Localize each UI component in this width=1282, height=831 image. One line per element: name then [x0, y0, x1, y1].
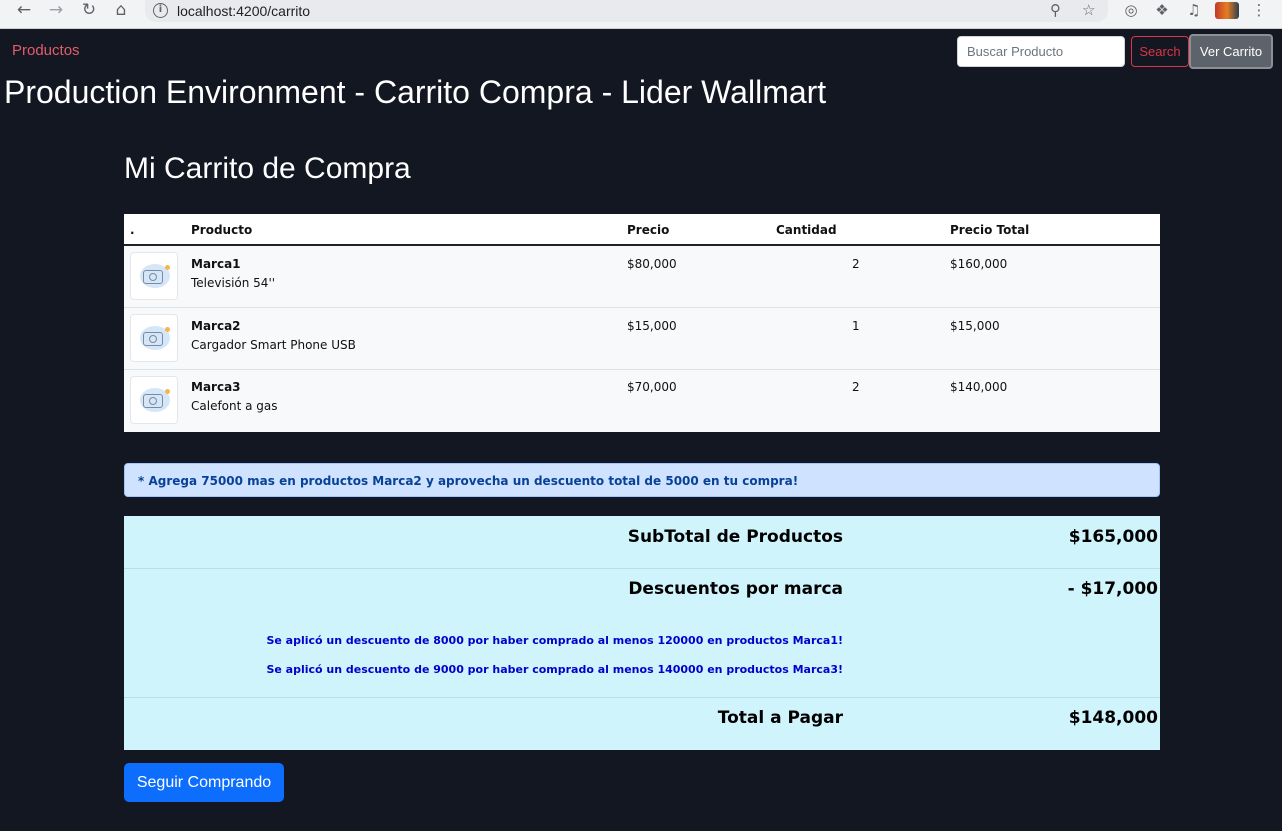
discount-note: Se aplicó un descuento de 8000 por haber… [266, 634, 843, 647]
column-header-price: Precio [627, 223, 670, 237]
environment-title: Production Environment - Carrito Compra … [4, 74, 827, 110]
table-header: . Producto Precio Cantidad Precio Total [124, 214, 1160, 246]
product-total: $15,000 [950, 319, 1000, 333]
productos-link[interactable]: Productos [12, 42, 80, 59]
search-input[interactable] [957, 36, 1125, 67]
continue-shopping-button[interactable]: Seguir Comprando [124, 763, 284, 802]
discount-note: Se aplicó un descuento de 9000 por haber… [266, 663, 843, 676]
promotion-alert: * Agrega 75000 mas en productos Marca2 y… [124, 463, 1160, 497]
cart-table: . Producto Precio Cantidad Precio Total … [124, 214, 1160, 432]
product-brand: Marca1 [191, 257, 241, 271]
back-arrow-icon[interactable]: ← [13, 0, 35, 22]
url-text[interactable]: localhost:4200/carrito [177, 3, 310, 19]
home-icon[interactable]: ⌂ [110, 0, 132, 22]
product-description: Calefont a gas [191, 399, 278, 413]
column-header-total: Precio Total [950, 223, 1030, 237]
product-price: $15,000 [627, 319, 677, 333]
product-quantity: 2 [852, 257, 860, 271]
summary-divider [124, 568, 1160, 569]
subtotal-value: $165,000 [1068, 527, 1158, 547]
product-brand: Marca2 [191, 319, 241, 333]
table-row: Marca2 Cargador Smart Phone USB $15,000 … [124, 308, 1160, 370]
total-label: Total a Pagar [717, 708, 843, 728]
subtotal-label: SubTotal de Productos [627, 527, 843, 547]
total-value: $148,000 [1068, 708, 1158, 728]
media-queue-icon[interactable]: ♫ [1184, 1, 1204, 19]
column-header-index: . [130, 223, 135, 237]
view-cart-button[interactable]: Ver Carrito [1189, 34, 1273, 69]
product-total: $140,000 [950, 380, 1008, 394]
address-bar[interactable]: i localhost:4200/carrito ⚲ ☆ [145, 0, 1108, 22]
puzzle-icon[interactable]: ❖ [1152, 1, 1172, 19]
summary-divider [124, 697, 1160, 698]
order-summary: SubTotal de Productos $165,000 Descuento… [124, 516, 1160, 750]
browser-toolbar: ← → ↻ ⌂ i localhost:4200/carrito ⚲ ☆ ◎ ❖… [0, 0, 1282, 29]
product-quantity: 2 [852, 380, 860, 394]
discount-label: Descuentos por marca [628, 579, 843, 599]
product-image-placeholder-icon [130, 252, 178, 300]
forward-arrow-icon[interactable]: → [45, 0, 67, 22]
product-price: $70,000 [627, 380, 677, 394]
product-price: $80,000 [627, 257, 677, 271]
menu-kebab-icon[interactable]: ⋮ [1249, 1, 1269, 19]
discount-value: - $17,000 [1067, 579, 1158, 599]
table-row: Marca3 Calefont a gas $70,000 2 $140,000 [124, 370, 1160, 432]
product-image-placeholder-icon [130, 314, 178, 362]
extension-icon[interactable]: ◎ [1121, 1, 1141, 19]
product-description: Cargador Smart Phone USB [191, 338, 356, 352]
promotion-alert-text: * Agrega 75000 mas en productos Marca2 y… [138, 474, 799, 488]
table-row: Marca1 Televisión 54'' $80,000 2 $160,00… [124, 246, 1160, 308]
profile-avatar[interactable] [1215, 2, 1239, 19]
site-info-icon[interactable]: i [153, 3, 168, 18]
product-quantity: 1 [852, 319, 860, 333]
column-header-quantity: Cantidad [776, 223, 837, 237]
search-button[interactable]: Search [1131, 36, 1189, 67]
column-header-product: Producto [191, 223, 253, 237]
zoom-icon[interactable]: ⚲ [1050, 1, 1061, 19]
product-total: $160,000 [950, 257, 1008, 271]
bookmark-star-icon[interactable]: ☆ [1082, 1, 1095, 19]
product-brand: Marca3 [191, 380, 241, 394]
product-image-placeholder-icon [130, 376, 178, 424]
product-description: Televisión 54'' [191, 276, 276, 290]
reload-icon[interactable]: ↻ [78, 0, 100, 22]
cart-title: Mi Carrito de Compra [124, 152, 411, 185]
